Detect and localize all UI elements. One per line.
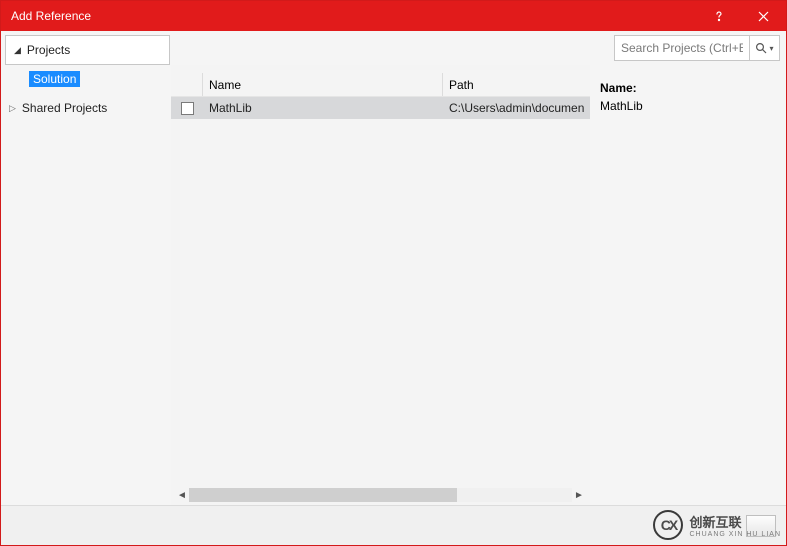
- tree-node-solution[interactable]: Solution: [29, 71, 80, 87]
- chevron-down-icon: ◢: [14, 45, 21, 56]
- column-header-path[interactable]: Path: [443, 73, 590, 96]
- list-row[interactable]: MathLib C:\Users\admin\documen: [171, 97, 590, 119]
- scroll-left-icon[interactable]: ◄: [175, 490, 189, 501]
- window-title: Add Reference: [11, 9, 696, 23]
- tree-header-label: Projects: [27, 43, 70, 57]
- titlebar[interactable]: Add Reference: [1, 1, 786, 31]
- dialog-window: Add Reference ◢ Projects: [0, 0, 787, 546]
- search-button[interactable]: ▾: [749, 36, 779, 60]
- horizontal-scrollbar[interactable]: ◄ ►: [175, 487, 586, 503]
- help-button[interactable]: [696, 1, 741, 31]
- row-name: MathLib: [203, 101, 443, 115]
- detail-name-value: MathLib: [600, 97, 776, 115]
- search-icon: [755, 42, 767, 54]
- tree-node-shared-projects[interactable]: ▷ Shared Projects: [9, 101, 171, 115]
- top-row: ◢ Projects ▾: [1, 31, 786, 65]
- list-headers: Name Path: [171, 73, 590, 97]
- scroll-track[interactable]: [189, 488, 572, 502]
- column-header-name[interactable]: Name: [203, 73, 443, 96]
- dropdown-caret-icon: ▾: [769, 44, 773, 53]
- middle-area: Solution ▷ Shared Projects Name Path Mat…: [1, 65, 786, 505]
- chevron-right-icon: ▷: [9, 103, 16, 114]
- tree-node-label: Shared Projects: [22, 101, 107, 115]
- close-button[interactable]: [741, 1, 786, 31]
- reference-list: Name Path MathLib C:\Users\admin\documen…: [171, 65, 590, 505]
- column-header-checkbox[interactable]: [171, 73, 203, 96]
- search-box[interactable]: ▾: [614, 35, 780, 61]
- footer-button[interactable]: [746, 515, 776, 537]
- scroll-right-icon[interactable]: ►: [572, 490, 586, 501]
- tree-header-projects[interactable]: ◢ Projects: [5, 35, 170, 65]
- scroll-thumb[interactable]: [189, 488, 457, 502]
- search-input[interactable]: [615, 37, 749, 59]
- row-path: C:\Users\admin\documen: [443, 101, 590, 115]
- details-pane: Name: MathLib: [590, 65, 786, 505]
- detail-name-label: Name:: [600, 79, 776, 97]
- row-checkbox[interactable]: [181, 102, 194, 115]
- category-tree: Solution ▷ Shared Projects: [1, 65, 171, 505]
- dialog-body: ◢ Projects ▾ Solution ▷: [1, 31, 786, 545]
- dialog-footer: [1, 505, 786, 545]
